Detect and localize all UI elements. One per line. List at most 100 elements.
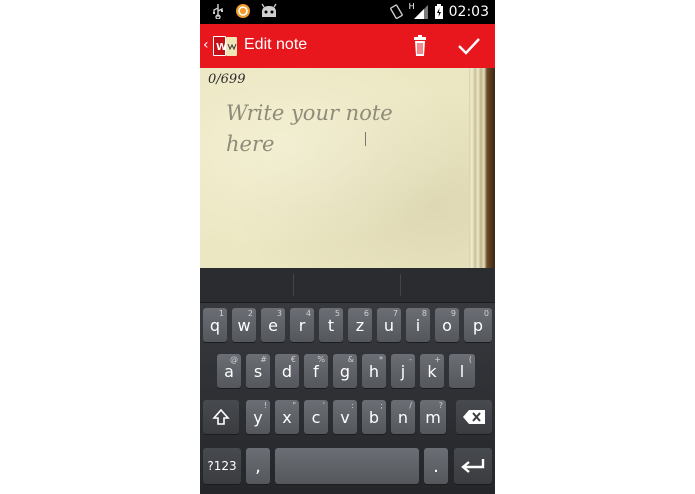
key-label: h bbox=[368, 361, 380, 381]
symbols-key[interactable]: ?123 bbox=[203, 448, 241, 484]
key-i[interactable]: i8 bbox=[406, 308, 430, 342]
back-chevron-icon[interactable]: ‹ bbox=[203, 37, 209, 53]
key-hint: ( bbox=[468, 355, 472, 364]
key-t[interactable]: t5 bbox=[319, 308, 343, 342]
confirm-check-icon[interactable] bbox=[454, 32, 484, 60]
key-k[interactable]: k + bbox=[420, 354, 444, 388]
key-o[interactable]: o9 bbox=[435, 308, 459, 342]
key-label: g bbox=[339, 361, 351, 381]
key-z[interactable]: z6 bbox=[348, 308, 372, 342]
key-label: e bbox=[268, 315, 278, 335]
note-input[interactable]: Write your note here bbox=[226, 98, 426, 160]
key-hint: + bbox=[434, 355, 441, 364]
char-counter: 0/699 bbox=[208, 72, 246, 87]
key-m[interactable]: m? bbox=[420, 400, 446, 434]
key-a[interactable]: a @ bbox=[217, 354, 241, 388]
space-key[interactable] bbox=[275, 448, 419, 484]
key-e[interactable]: e3 bbox=[261, 308, 285, 342]
key-hint: 6 bbox=[363, 309, 369, 318]
key-g[interactable]: g & bbox=[333, 354, 357, 388]
key-hint: 9 bbox=[450, 309, 456, 318]
key-p[interactable]: p0 bbox=[464, 308, 492, 342]
key-label: c bbox=[311, 407, 321, 427]
key-l[interactable]: l( bbox=[449, 354, 475, 388]
shift-key[interactable] bbox=[203, 400, 239, 434]
key-label: l bbox=[459, 361, 465, 381]
phone-screen: H 02:03 ‹ W Edit note 0/699 Write your n… bbox=[200, 0, 495, 494]
key-h[interactable]: h * bbox=[362, 354, 386, 388]
usb-icon bbox=[213, 4, 223, 19]
key-s[interactable]: s # bbox=[246, 354, 270, 388]
key-w[interactable]: w2 bbox=[232, 308, 256, 342]
key-label: y bbox=[253, 407, 263, 427]
key-label: v bbox=[340, 407, 350, 427]
key-label: k bbox=[427, 361, 437, 381]
battery-icon bbox=[434, 4, 443, 19]
clock: 02:03 bbox=[448, 4, 489, 20]
android-debug-icon bbox=[261, 3, 277, 17]
delete-icon[interactable] bbox=[406, 32, 434, 60]
key-label: w bbox=[237, 315, 251, 335]
key-label: d bbox=[281, 361, 293, 381]
key-hint: ' bbox=[322, 401, 325, 410]
key-r[interactable]: r4 bbox=[290, 308, 314, 342]
key-hint: ! bbox=[263, 401, 267, 410]
key-label: n bbox=[397, 407, 409, 427]
key-label: m bbox=[425, 407, 441, 427]
key-hint: 0 bbox=[483, 309, 489, 318]
key-hint: @ bbox=[230, 355, 238, 364]
key-label: z bbox=[355, 315, 365, 335]
key-label: . bbox=[433, 455, 439, 477]
key-label: q bbox=[209, 315, 221, 335]
key-hint: - bbox=[409, 355, 412, 364]
app-logo-icon[interactable]: W bbox=[212, 34, 238, 58]
key-label: p bbox=[472, 315, 484, 335]
shift-icon bbox=[212, 408, 230, 425]
key-label: s bbox=[253, 361, 263, 381]
key-label: , bbox=[255, 455, 261, 477]
key-hint: 2 bbox=[247, 309, 253, 318]
key-hint: 8 bbox=[421, 309, 427, 318]
action-bar: ‹ W Edit note bbox=[200, 24, 495, 68]
key-b[interactable]: b; bbox=[362, 400, 386, 434]
comma-key[interactable]: , bbox=[246, 448, 270, 484]
key-hint: ; bbox=[380, 401, 383, 410]
key-label: x bbox=[282, 407, 292, 427]
key-label: o bbox=[442, 315, 452, 335]
key-hint: 1 bbox=[218, 309, 224, 318]
svg-text:W: W bbox=[216, 42, 227, 53]
key-j[interactable]: j- bbox=[391, 354, 415, 388]
period-key[interactable]: . bbox=[424, 448, 448, 484]
key-f[interactable]: f% bbox=[304, 354, 328, 388]
key-hint: 5 bbox=[334, 309, 340, 318]
key-hint: : bbox=[351, 401, 354, 410]
key-u[interactable]: u7 bbox=[377, 308, 401, 342]
key-label: ?123 bbox=[207, 459, 237, 473]
suggestion-divider bbox=[400, 274, 401, 296]
key-label: r bbox=[298, 315, 306, 335]
key-label: a bbox=[224, 361, 234, 381]
key-c[interactable]: c ' bbox=[304, 400, 328, 434]
key-label: t bbox=[327, 315, 335, 335]
key-hint: " bbox=[292, 401, 296, 410]
key-y[interactable]: y! bbox=[246, 400, 270, 434]
key-v[interactable]: v: bbox=[333, 400, 357, 434]
suggestion-strip[interactable] bbox=[200, 268, 495, 303]
key-hint: / bbox=[409, 401, 412, 410]
key-hint: ? bbox=[438, 401, 443, 410]
key-label: j bbox=[400, 361, 406, 381]
rotation-icon bbox=[389, 4, 403, 20]
key-d[interactable]: d € bbox=[275, 354, 299, 388]
status-bar: H 02:03 bbox=[200, 0, 495, 24]
backspace-key[interactable] bbox=[456, 400, 492, 434]
cyanogen-icon bbox=[236, 4, 250, 18]
suggestion-divider bbox=[293, 274, 294, 296]
key-n[interactable]: n / bbox=[391, 400, 415, 434]
key-x[interactable]: x " bbox=[275, 400, 299, 434]
key-q[interactable]: q1 bbox=[203, 308, 227, 342]
key-hint: * bbox=[379, 355, 383, 364]
note-paper[interactable]: 0/699 Write your note here bbox=[200, 68, 495, 268]
enter-icon bbox=[461, 459, 485, 473]
signal-icon: H bbox=[409, 2, 429, 20]
enter-key[interactable] bbox=[454, 448, 492, 484]
